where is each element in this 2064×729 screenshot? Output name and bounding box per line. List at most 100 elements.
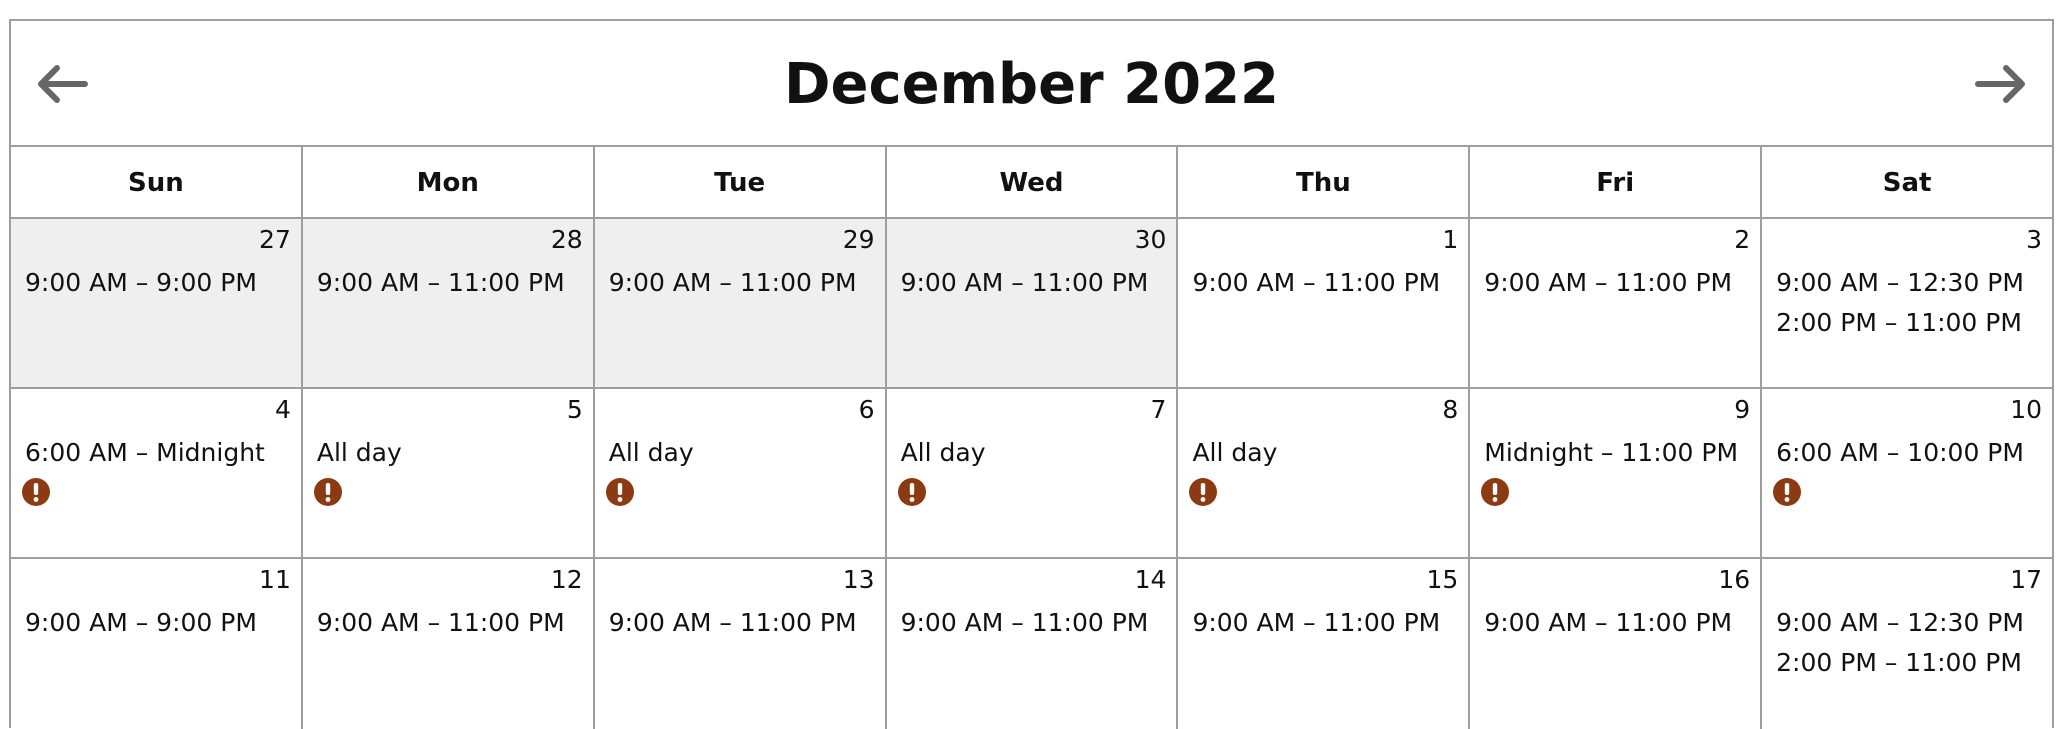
next-month-button[interactable] <box>1972 59 2032 109</box>
time-slot: 9:00 AM – 11:00 PM <box>1484 608 1733 637</box>
day-cell[interactable]: 14 9:00 AM – 11:00 PM <box>886 559 1179 729</box>
weekday-tue: Tue <box>595 147 887 217</box>
day-cell[interactable]: 3 9:00 AM – 12:30 PM 2:00 PM – 11:00 PM <box>1762 219 2053 387</box>
day-number: 13 <box>842 565 875 594</box>
day-number: 7 <box>1150 395 1167 424</box>
calendar-header: December 2022 <box>11 21 2052 147</box>
time-slots: All day <box>1192 433 1458 473</box>
day-cell[interactable]: 10 6:00 AM – 10:00 PM <box>1762 389 2053 557</box>
time-slot: 9:00 AM – 11:00 PM <box>608 268 857 297</box>
weekday-thu: Thu <box>1178 147 1471 217</box>
day-number: 1 <box>1442 225 1459 254</box>
day-number: 29 <box>842 225 875 254</box>
day-number: 28 <box>550 225 583 254</box>
day-cell[interactable]: 11 9:00 AM – 9:00 PM <box>11 559 303 729</box>
time-slots: 9:00 AM – 12:30 PM 2:00 PM – 11:00 PM <box>1776 603 2042 683</box>
day-cell[interactable]: 2 9:00 AM – 11:00 PM <box>1470 219 1763 387</box>
time-slots: 9:00 AM – 11:00 PM <box>1192 263 1458 303</box>
day-number: 27 <box>259 225 291 254</box>
alert-icon[interactable] <box>1772 477 1802 507</box>
time-slots: 6:00 AM – 10:00 PM <box>1776 433 2042 473</box>
time-slots: 9:00 AM – 9:00 PM <box>25 263 291 303</box>
time-slots: All day <box>609 433 875 473</box>
day-cell[interactable]: 7 All day <box>886 389 1179 557</box>
day-number: 5 <box>566 395 583 424</box>
day-cell[interactable]: 29 9:00 AM – 11:00 PM <box>594 219 887 387</box>
alert-icon[interactable] <box>21 477 51 507</box>
day-number: 3 <box>2026 225 2043 254</box>
alert-icon[interactable] <box>313 477 343 507</box>
day-cell[interactable]: 8 All day <box>1178 389 1471 557</box>
time-slots: 9:00 AM – 11:00 PM <box>317 603 583 643</box>
day-number: 11 <box>259 565 291 594</box>
day-number: 2 <box>1734 225 1751 254</box>
arrow-right-icon <box>1975 65 2025 103</box>
day-cell[interactable]: 12 9:00 AM – 11:00 PM <box>302 559 595 729</box>
time-slot: 9:00 AM – 11:00 PM <box>316 268 565 297</box>
time-slots: 9:00 AM – 11:00 PM <box>901 603 1167 643</box>
time-slot: 9:00 AM – 9:00 PM <box>25 268 257 297</box>
weekday-sun: Sun <box>11 147 303 217</box>
weekday-wed: Wed <box>887 147 1179 217</box>
day-cell[interactable]: 28 9:00 AM – 11:00 PM <box>302 219 595 387</box>
day-number: 6 <box>858 395 875 424</box>
alert-icon[interactable] <box>1480 477 1510 507</box>
day-number: 4 <box>274 395 291 424</box>
time-slots: 9:00 AM – 11:00 PM <box>1192 603 1458 643</box>
day-number: 9 <box>1734 395 1751 424</box>
day-cell[interactable]: 30 9:00 AM – 11:00 PM <box>886 219 1179 387</box>
day-cell[interactable]: 9 Midnight – 11:00 PM <box>1470 389 1763 557</box>
time-slots: All day <box>317 433 583 473</box>
day-number: 17 <box>2010 565 2043 594</box>
time-slot: Midnight – 11:00 PM <box>1484 438 1739 467</box>
time-slot: All day <box>608 438 694 467</box>
time-slot: 9:00 AM – 11:00 PM <box>900 608 1149 637</box>
alert-icon[interactable] <box>605 477 635 507</box>
time-slot: 2:00 PM – 11:00 PM <box>1776 308 2022 337</box>
time-slot: 9:00 AM – 11:00 PM <box>900 268 1149 297</box>
day-cell[interactable]: 15 9:00 AM – 11:00 PM <box>1178 559 1471 729</box>
day-cell[interactable]: 17 9:00 AM – 12:30 PM 2:00 PM – 11:00 PM <box>1762 559 2053 729</box>
weekday-header-row: Sun Mon Tue Wed Thu Fri Sat <box>11 147 2052 219</box>
week-row: 11 9:00 AM – 9:00 PM 12 9:00 AM – 11:00 PM 1… <box>11 559 2053 729</box>
day-cell[interactable]: 16 9:00 AM – 11:00 PM <box>1470 559 1763 729</box>
day-cell[interactable]: 6 All day <box>594 389 887 557</box>
alert-icon[interactable] <box>1188 477 1218 507</box>
month-title: December 2022 <box>783 52 1280 117</box>
day-number: 14 <box>1134 565 1167 594</box>
time-slot: All day <box>1192 438 1278 467</box>
time-slots: 9:00 AM – 11:00 PM <box>609 603 875 643</box>
time-slot: 9:00 AM – 11:00 PM <box>608 608 857 637</box>
day-number: 12 <box>550 565 583 594</box>
time-slot: 6:00 AM – 10:00 PM <box>1776 438 2024 467</box>
time-slots: 9:00 AM – 11:00 PM <box>1484 263 1750 303</box>
time-slot: All day <box>900 438 986 467</box>
time-slot: 9:00 AM – 11:00 PM <box>1484 268 1733 297</box>
day-number: 16 <box>1718 565 1751 594</box>
time-slot: 2:00 PM – 11:00 PM <box>1776 648 2022 677</box>
time-slot: 9:00 AM – 11:00 PM <box>1192 268 1441 297</box>
time-slot: 9:00 AM – 12:30 PM <box>1776 268 2024 297</box>
day-number: 15 <box>1426 565 1459 594</box>
day-number: 30 <box>1134 225 1167 254</box>
day-cell[interactable]: 5 All day <box>302 389 595 557</box>
time-slot: 6:00 AM – Midnight <box>25 438 265 467</box>
alert-icon[interactable] <box>897 477 927 507</box>
day-cell[interactable]: 4 6:00 AM – Midnight <box>11 389 303 557</box>
time-slots: 9:00 AM – 11:00 PM <box>317 263 583 303</box>
time-slot: 9:00 AM – 9:00 PM <box>25 608 257 637</box>
week-row: 4 6:00 AM – Midnight 5 All day 6 All day 7 All … <box>11 389 2053 559</box>
weekday-mon: Mon <box>303 147 595 217</box>
time-slots: 9:00 AM – 11:00 PM <box>901 263 1167 303</box>
time-slots: 9:00 AM – 11:00 PM <box>1484 603 1750 643</box>
day-cell[interactable]: 13 9:00 AM – 11:00 PM <box>594 559 887 729</box>
time-slots: 9:00 AM – 11:00 PM <box>609 263 875 303</box>
time-slots: 9:00 AM – 12:30 PM 2:00 PM – 11:00 PM <box>1776 263 2042 343</box>
day-number: 8 <box>1442 395 1459 424</box>
week-row: 27 9:00 AM – 9:00 PM 28 9:00 AM – 11:00 PM 2… <box>11 219 2053 389</box>
day-cell[interactable]: 27 9:00 AM – 9:00 PM <box>11 219 303 387</box>
time-slots: Midnight – 11:00 PM <box>1484 433 1750 473</box>
day-cell[interactable]: 1 9:00 AM – 11:00 PM <box>1178 219 1471 387</box>
time-slot: 9:00 AM – 12:30 PM <box>1776 608 2024 637</box>
time-slots: All day <box>901 433 1167 473</box>
